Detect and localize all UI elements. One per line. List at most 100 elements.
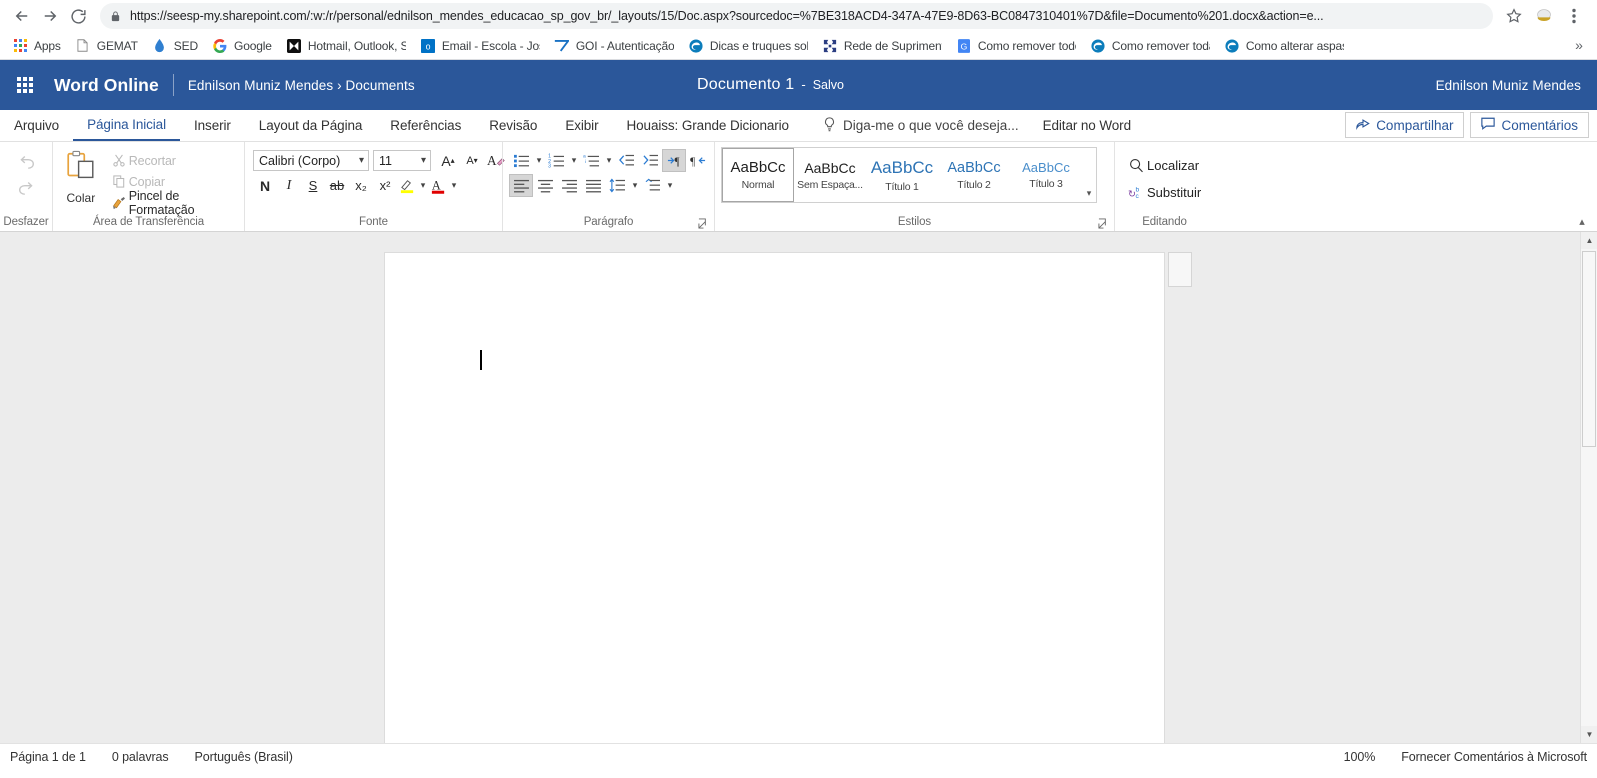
tab-layout-da-pagina[interactable]: Layout da Página [245, 110, 377, 141]
vertical-scrollbar[interactable]: ▲ ▼ [1580, 232, 1597, 743]
forward-button[interactable] [36, 2, 64, 30]
find-button[interactable]: Localizar [1125, 152, 1201, 179]
bookmark-google[interactable]: Google [206, 35, 278, 57]
style-titulo-3[interactable]: AaBbCc Título 3 [1010, 148, 1082, 202]
page-count-status[interactable]: Página 1 de 1 [10, 750, 86, 764]
numbered-list-icon[interactable]: 123 [544, 149, 568, 172]
document-page[interactable] [384, 252, 1165, 743]
scrollbar-thumb[interactable] [1582, 251, 1596, 447]
font-color-chevron-down-icon[interactable]: ▾ [448, 174, 459, 197]
tab-revisao[interactable]: Revisão [475, 110, 551, 141]
tab-exibir[interactable]: Exibir [551, 110, 612, 141]
star-icon[interactable] [1499, 2, 1529, 30]
zoom-level-status[interactable]: 100% [1344, 750, 1376, 764]
comment-anchor-box[interactable] [1168, 252, 1192, 287]
bullets-chevron-down-icon[interactable]: ▾ [533, 149, 544, 172]
bold-button[interactable]: N [253, 174, 277, 197]
tab-referencias[interactable]: Referências [376, 110, 475, 141]
bookmark-rede-suprimentos[interactable]: Rede de Suprimentos [816, 35, 948, 57]
font-color-icon[interactable]: A [428, 174, 448, 197]
paragraph-dialog-launcher-icon[interactable] [698, 216, 711, 229]
increase-indent-icon[interactable] [638, 149, 662, 172]
style-sem-espacamento[interactable]: AaBbCc Sem Espaça... [794, 148, 866, 202]
language-status[interactable]: Português (Brasil) [195, 750, 293, 764]
user-name[interactable]: Ednilson Muniz Mendes [1436, 78, 1581, 93]
comments-button[interactable]: Comentários [1470, 112, 1589, 138]
line-spacing-chevron-down-icon[interactable]: ▾ [629, 174, 640, 197]
subscript-button[interactable]: x₂ [349, 174, 373, 197]
bookmarks-overflow-button[interactable]: » [1569, 35, 1589, 55]
redo-arrow-icon[interactable] [11, 176, 41, 202]
document-title[interactable]: Documento 1 [697, 76, 794, 94]
collapse-ribbon-chevron-icon[interactable]: ▴ [1573, 213, 1591, 229]
line-spacing-icon[interactable] [605, 174, 629, 197]
bookmark-email-escola[interactable]: o Email - Escola - Jose [414, 35, 546, 57]
style-normal[interactable]: AaBbCc Normal [722, 148, 794, 202]
tab-houaiss-dicionario[interactable]: Houaiss: Grande Dicionario [612, 110, 802, 141]
text-highlight-icon[interactable] [397, 174, 417, 197]
bookmark-apps[interactable]: Apps [6, 35, 67, 57]
increase-font-size-icon[interactable]: A ▴ [436, 149, 460, 172]
bookmark-label: Apps [34, 38, 61, 53]
scroll-up-arrow-icon[interactable]: ▲ [1581, 232, 1597, 249]
address-bar[interactable]: https://seesp-my.sharepoint.com/:w:/r/pe… [100, 3, 1493, 29]
edge-icon [688, 38, 704, 54]
edit-in-word-button[interactable]: Editar no Word [1029, 110, 1145, 141]
share-button[interactable]: Compartilhar [1345, 112, 1465, 138]
reload-button[interactable] [64, 2, 92, 30]
cut-button[interactable]: Recortar [105, 150, 238, 171]
font-size-combobox[interactable]: 11 ▾ [373, 150, 431, 171]
tab-pagina-inicial[interactable]: Página Inicial [73, 110, 180, 141]
back-button[interactable] [8, 2, 36, 30]
align-center-icon[interactable] [533, 174, 557, 197]
replace-button[interactable]: ↻ b c Substituir [1125, 179, 1201, 206]
format-painter-brush-icon [109, 196, 129, 210]
bookmark-sed[interactable]: SED [146, 35, 204, 57]
bookmark-como-remover-todos[interactable]: G Como remover todos [950, 35, 1082, 57]
highlight-chevron-down-icon[interactable]: ▾ [417, 174, 428, 197]
style-titulo-1[interactable]: AaBbCc Título 1 [866, 148, 938, 202]
justify-icon[interactable] [581, 174, 605, 197]
tell-me-search[interactable]: Diga-me o que você deseja... [815, 110, 1029, 141]
bookmark-hotmail[interactable]: Hotmail, Outlook, Sk [280, 35, 412, 57]
bookmark-como-alterar-aspas[interactable]: Como alterar aspas n [1218, 35, 1350, 57]
bookmark-goi[interactable]: GOI - Autenticação [548, 35, 680, 57]
align-left-icon[interactable] [509, 174, 533, 197]
numbering-chevron-down-icon[interactable]: ▾ [568, 149, 579, 172]
decrease-font-size-icon[interactable]: A ▾ [460, 149, 484, 172]
left-to-right-text-icon[interactable]: ¶ [662, 149, 686, 172]
profile-avatar-icon[interactable] [1529, 2, 1559, 30]
align-right-icon[interactable] [557, 174, 581, 197]
bookmark-dicas[interactable]: Dicas e truques sobre [682, 35, 814, 57]
decrease-indent-icon[interactable] [614, 149, 638, 172]
feedback-link[interactable]: Fornecer Comentários à Microsoft [1401, 750, 1587, 764]
superscript-button[interactable]: x² [373, 174, 397, 197]
share-label: Compartilhar [1376, 117, 1454, 133]
multilevel-list-icon[interactable]: ai [579, 149, 603, 172]
three-dot-menu-icon[interactable] [1559, 2, 1589, 30]
bulleted-list-icon[interactable] [509, 149, 533, 172]
scroll-down-arrow-icon[interactable]: ▼ [1581, 726, 1597, 743]
tab-inserir[interactable]: Inserir [180, 110, 245, 141]
bookmark-como-remover-todas[interactable]: Como remover todas [1084, 35, 1216, 57]
style-titulo-2[interactable]: AaBbCc Título 2 [938, 148, 1010, 202]
paste-button[interactable]: Colar [61, 148, 101, 205]
word-count-status[interactable]: 0 palavras [112, 750, 169, 764]
italic-button[interactable]: I [277, 174, 301, 197]
breadcrumb[interactable]: Ednilson Muniz Mendes › Documents [188, 78, 415, 93]
underline-button[interactable]: S [301, 174, 325, 197]
styles-more-chevron-icon[interactable]: ▾ [1082, 148, 1096, 202]
strikethrough-button[interactable]: ab [325, 174, 349, 197]
styles-dialog-launcher-icon[interactable] [1098, 216, 1111, 229]
bookmark-gemat[interactable]: GEMAT [69, 35, 144, 57]
undo-arrow-icon[interactable] [11, 150, 41, 176]
font-name-combobox[interactable]: Calibri (Corpo) ▾ [253, 150, 369, 171]
right-to-left-text-icon[interactable]: ¶ [686, 149, 710, 172]
paragraph-spacing-icon[interactable] [640, 174, 664, 197]
format-painter-button[interactable]: Pincel de Formatação [105, 189, 238, 217]
multilevel-chevron-down-icon[interactable]: ▾ [603, 149, 614, 172]
tab-arquivo[interactable]: Arquivo [0, 110, 73, 141]
app-launcher-waffle-icon[interactable] [8, 68, 42, 102]
document-title-area: Documento 1 - Salvo [697, 76, 844, 94]
paragraph-spacing-chevron-down-icon[interactable]: ▾ [664, 174, 675, 197]
